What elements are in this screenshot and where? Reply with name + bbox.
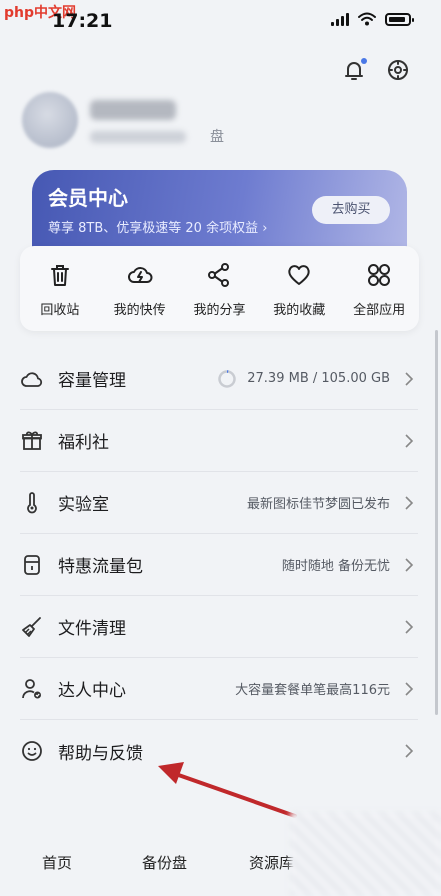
heart-icon xyxy=(288,265,310,285)
notification-bell-icon[interactable] xyxy=(340,56,368,84)
quick-item-my-share[interactable]: 我的分享 xyxy=(183,261,255,331)
status-icons xyxy=(331,12,414,26)
vip-title: 会员中心 xyxy=(48,186,128,210)
menu-extra: 大容量套餐单笔最高116元 xyxy=(235,683,390,698)
menu-label: 实验室 xyxy=(58,495,109,515)
tab-backup[interactable]: 备份盘 xyxy=(142,852,187,873)
menu-item-storage[interactable]: 容量管理 27.39 MB / 105.00 GB xyxy=(20,348,418,410)
wifi-icon xyxy=(358,12,376,26)
settings-menu-list: 容量管理 27.39 MB / 105.00 GB 福利社 实验室 最新图标佳节… xyxy=(20,348,418,782)
menu-label: 福利社 xyxy=(58,433,109,453)
quick-label: 我的分享 xyxy=(193,303,246,318)
quick-actions-panel: 回收站 我的快传 我的分享 我的收藏 全部应用 xyxy=(20,246,419,331)
blurred-patch xyxy=(290,812,441,896)
quick-item-quick-transfer[interactable]: 我的快传 xyxy=(104,261,176,331)
annotation-arrow-icon xyxy=(158,762,297,818)
menu-item-file-cleanup[interactable]: 文件清理 xyxy=(20,596,418,658)
menu-item-lab[interactable]: 实验室 最新图标佳节梦圆已发布 xyxy=(20,472,418,534)
chevron-right-icon xyxy=(405,495,414,510)
quick-label: 我的收藏 xyxy=(273,303,326,318)
chevron-right-icon xyxy=(405,557,414,572)
storage-ring-icon xyxy=(218,369,236,388)
settings-gear-icon[interactable] xyxy=(384,56,412,84)
signal-icon xyxy=(331,12,349,26)
cloud-icon xyxy=(21,371,43,387)
avatar[interactable] xyxy=(22,92,78,148)
quick-label: 全部应用 xyxy=(353,303,406,318)
menu-label: 达人中心 xyxy=(58,681,126,701)
cloud-lightning-icon xyxy=(127,267,153,283)
menu-label: 容量管理 xyxy=(58,371,126,391)
storage-usage-text: 27.39 MB / 105.00 GB xyxy=(247,371,390,386)
quick-item-favorites[interactable]: 我的收藏 xyxy=(263,261,335,331)
thermometer-icon xyxy=(27,491,37,513)
chevron-right-icon xyxy=(405,433,414,448)
scrollbar[interactable] xyxy=(435,330,438,715)
vip-description[interactable]: 尊享 8TB、优享极速等 20 余项权益 › xyxy=(48,217,267,236)
package-icon xyxy=(24,554,40,575)
username-blurred xyxy=(90,100,176,120)
storage-usage: 27.39 MB / 105.00 GB xyxy=(217,369,390,389)
user-info-blurred xyxy=(90,131,186,143)
chevron-right-icon xyxy=(405,744,414,758)
trash-icon xyxy=(50,265,69,286)
chevron-right-icon xyxy=(405,371,414,386)
buy-button[interactable]: 去购买 xyxy=(312,196,390,224)
menu-extra: 最新图标佳节梦圆已发布 xyxy=(246,497,390,512)
notification-dot xyxy=(361,58,367,64)
chevron-right-icon xyxy=(405,681,414,696)
gift-icon xyxy=(22,430,42,450)
share-icon xyxy=(208,263,230,287)
status-time: 17:21 xyxy=(52,10,113,32)
tab-home[interactable]: 首页 xyxy=(42,852,72,873)
menu-label: 特惠流量包 xyxy=(58,557,143,577)
menu-item-expert-center[interactable]: 达人中心 大容量套餐单笔最高116元 xyxy=(20,658,418,720)
smile-icon xyxy=(22,741,42,761)
battery-icon xyxy=(385,12,414,26)
chevron-right-icon xyxy=(405,619,414,634)
tab-resources[interactable]: 资源库 xyxy=(249,852,294,873)
status-bar: php中文网 17:21 xyxy=(0,0,441,44)
grid-icon xyxy=(368,264,391,286)
quick-label: 我的快传 xyxy=(113,303,166,318)
menu-item-welfare[interactable]: 福利社 xyxy=(20,410,418,472)
quick-label: 回收站 xyxy=(40,303,80,318)
menu-item-traffic-pack[interactable]: 特惠流量包 随时随地 备份无忧 xyxy=(20,534,418,596)
broom-icon xyxy=(22,616,41,637)
pan-label: 盘 xyxy=(210,129,224,145)
quick-item-all-apps[interactable]: 全部应用 xyxy=(343,261,415,331)
quick-item-recycle-bin[interactable]: 回收站 xyxy=(24,261,96,331)
menu-extra: 随时随地 备份无忧 xyxy=(281,559,390,574)
menu-label: 文件清理 xyxy=(58,619,126,639)
person-badge-icon xyxy=(22,678,41,698)
menu-label: 帮助与反馈 xyxy=(58,743,143,764)
